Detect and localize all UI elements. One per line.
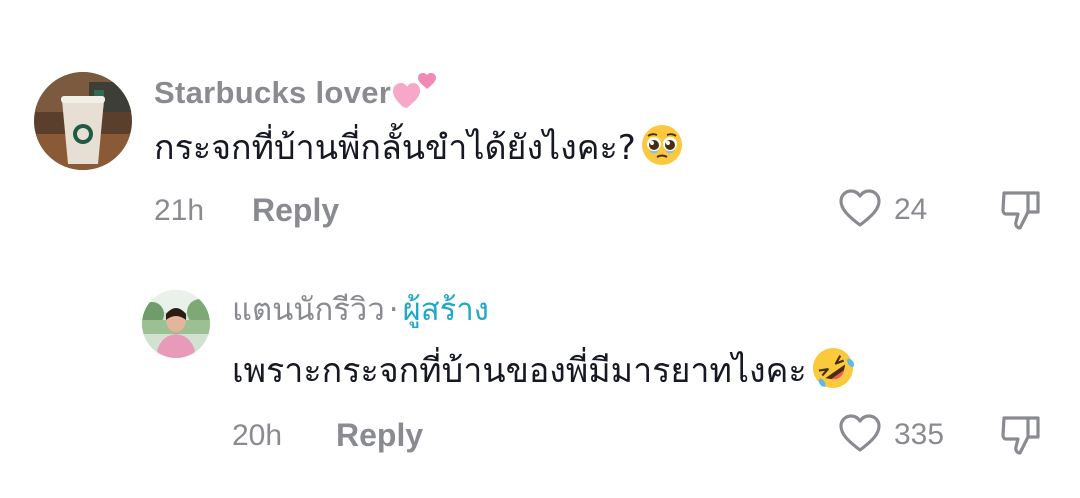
- thumbs-down-icon: [1001, 416, 1040, 455]
- comment-username[interactable]: แตนนักรีวิว · ผู้สร้าง: [232, 295, 489, 326]
- reply-comment-item: แตนนักรีวิว · ผู้สร้าง เพราะกระจกที่บ้านขอ…: [0, 260, 1080, 498]
- reply-button[interactable]: Reply: [336, 419, 423, 451]
- like-button[interactable]: [838, 188, 882, 232]
- avatar[interactable]: [34, 72, 132, 170]
- dislike-button[interactable]: [1000, 413, 1042, 461]
- pleading-face-icon: [640, 123, 684, 173]
- rolling-on-floor-laughing-icon: [811, 346, 855, 396]
- thumbs-down-icon: [1001, 191, 1040, 230]
- reply-button[interactable]: Reply: [252, 194, 339, 226]
- separator-dot: ·: [388, 292, 399, 328]
- avatar[interactable]: [142, 290, 210, 358]
- comment-item: Starbucks lover กระจกที่บ้านพี่กลั้นขำได…: [0, 0, 1080, 260]
- comment-text: กระจกที่บ้านพี่กลั้นขำได้ยังไงคะ?: [154, 123, 684, 173]
- comment-timestamp: 20h: [232, 419, 283, 452]
- like-button[interactable]: [838, 413, 882, 457]
- like-count: 335: [894, 418, 945, 451]
- comment-username[interactable]: Starbucks lover: [154, 71, 437, 115]
- two-hearts-icon: [393, 71, 437, 115]
- comment-text-content: เพราะกระจกที่บ้านของพี่มีมารยาทไงคะ: [232, 351, 807, 391]
- username-text: แตนนักรีวิว: [232, 292, 385, 328]
- comment-timestamp: 21h: [154, 194, 205, 227]
- comment-text-content: กระจกที่บ้านพี่กลั้นขำได้ยังไงคะ?: [154, 128, 636, 168]
- like-count: 24: [894, 193, 928, 226]
- creator-badge: ผู้สร้าง: [402, 292, 489, 328]
- comment-text: เพราะกระจกที่บ้านของพี่มีมารยาทไงคะ: [232, 346, 855, 396]
- dislike-button[interactable]: [1000, 188, 1042, 236]
- heart-icon: [839, 189, 881, 227]
- username-text: Starbucks lover: [154, 75, 392, 110]
- heart-icon: [839, 414, 881, 452]
